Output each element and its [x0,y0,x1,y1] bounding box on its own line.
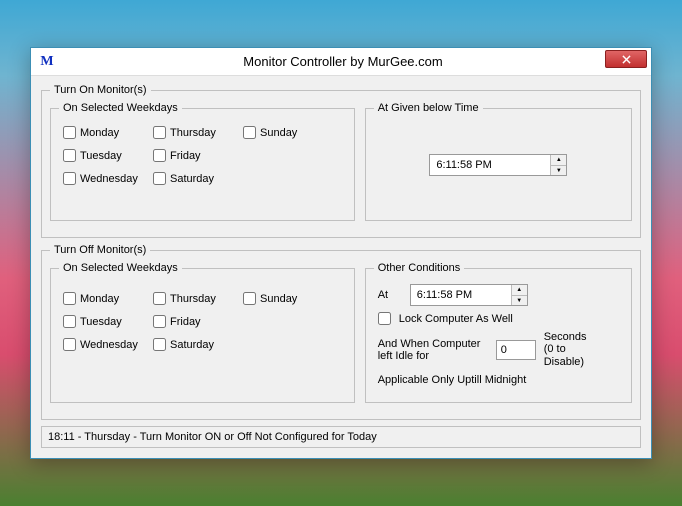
off-saturday-checkbox[interactable]: Saturday [153,338,243,351]
on-monday-checkbox[interactable]: Monday [63,126,153,139]
off-saturday-label: Saturday [170,339,214,351]
other-conditions-legend: Other Conditions [374,262,465,274]
app-icon: M [39,54,55,70]
close-button[interactable] [605,50,647,68]
turn-off-weekdays-legend: On Selected Weekdays [59,262,182,274]
turn-off-weekdays-group: On Selected Weekdays Monday Thursday Sun… [50,262,355,402]
app-window: M Monitor Controller by MurGee.com Turn … [30,47,652,458]
off-thursday-checkbox[interactable]: Thursday [153,292,243,305]
off-monday-checkbox[interactable]: Monday [63,292,153,305]
off-sunday-label: Sunday [260,293,297,305]
off-tuesday-checkbox[interactable]: Tuesday [63,315,153,328]
off-friday-label: Friday [170,316,201,328]
at-label: At [378,289,402,301]
turn-on-legend: Turn On Monitor(s) [50,84,151,96]
off-wednesday-checkbox[interactable]: Wednesday [63,338,153,351]
on-wednesday-checkbox[interactable]: Wednesday [63,172,153,185]
on-saturday-label: Saturday [170,173,214,185]
turn-on-weekdays-group: On Selected Weekdays Monday Thursday Sun… [50,102,355,221]
turn-on-group: Turn On Monitor(s) On Selected Weekdays … [41,84,641,238]
turn-on-time-legend: At Given below Time [374,102,483,114]
lock-computer-checkbox[interactable]: Lock Computer As Well [378,312,619,325]
turn-on-time-input[interactable] [430,155,550,175]
off-sunday-checkbox[interactable]: Sunday [243,292,323,305]
idle-label: And When Computer left Idle for [378,338,488,362]
on-sunday-label: Sunday [260,127,297,139]
on-friday-label: Friday [170,150,201,162]
titlebar[interactable]: M Monitor Controller by MurGee.com [31,48,651,76]
on-thursday-label: Thursday [170,127,216,139]
off-thursday-label: Thursday [170,293,216,305]
turn-off-time-spinner[interactable]: ▲ ▼ [410,284,528,306]
on-monday-label: Monday [80,127,119,139]
turn-on-time-group: At Given below Time ▲ ▼ [365,102,632,221]
turn-on-weekdays-legend: On Selected Weekdays [59,102,182,114]
turn-on-time-down[interactable]: ▼ [551,166,566,176]
status-bar: 18:11 - Thursday - Turn Monitor ON or Of… [41,426,641,448]
turn-off-group: Turn Off Monitor(s) On Selected Weekdays… [41,244,641,419]
close-icon [622,55,631,64]
turn-on-time-up[interactable]: ▲ [551,155,566,166]
applicable-label: Applicable Only Uptill Midnight [378,374,527,386]
window-title: Monitor Controller by MurGee.com [55,54,651,69]
on-tuesday-checkbox[interactable]: Tuesday [63,149,153,162]
on-friday-checkbox[interactable]: Friday [153,149,243,162]
on-sunday-checkbox[interactable]: Sunday [243,126,323,139]
off-monday-label: Monday [80,293,119,305]
other-conditions-group: Other Conditions At ▲ ▼ [365,262,632,402]
on-thursday-checkbox[interactable]: Thursday [153,126,243,139]
turn-off-time-up[interactable]: ▲ [512,285,527,296]
turn-off-time-down[interactable]: ▼ [512,296,527,306]
on-tuesday-label: Tuesday [80,150,122,162]
seconds-label: Seconds (0 to Disable) [544,331,599,367]
turn-on-time-spinner[interactable]: ▲ ▼ [429,154,567,176]
turn-off-time-input[interactable] [411,285,511,305]
turn-off-legend: Turn Off Monitor(s) [50,244,150,256]
on-saturday-checkbox[interactable]: Saturday [153,172,243,185]
off-tuesday-label: Tuesday [80,316,122,328]
idle-seconds-input[interactable] [496,340,536,360]
content-area: Turn On Monitor(s) On Selected Weekdays … [31,76,651,457]
off-wednesday-label: Wednesday [80,339,138,351]
on-wednesday-label: Wednesday [80,173,138,185]
off-friday-checkbox[interactable]: Friday [153,315,243,328]
lock-computer-label: Lock Computer As Well [399,313,513,325]
